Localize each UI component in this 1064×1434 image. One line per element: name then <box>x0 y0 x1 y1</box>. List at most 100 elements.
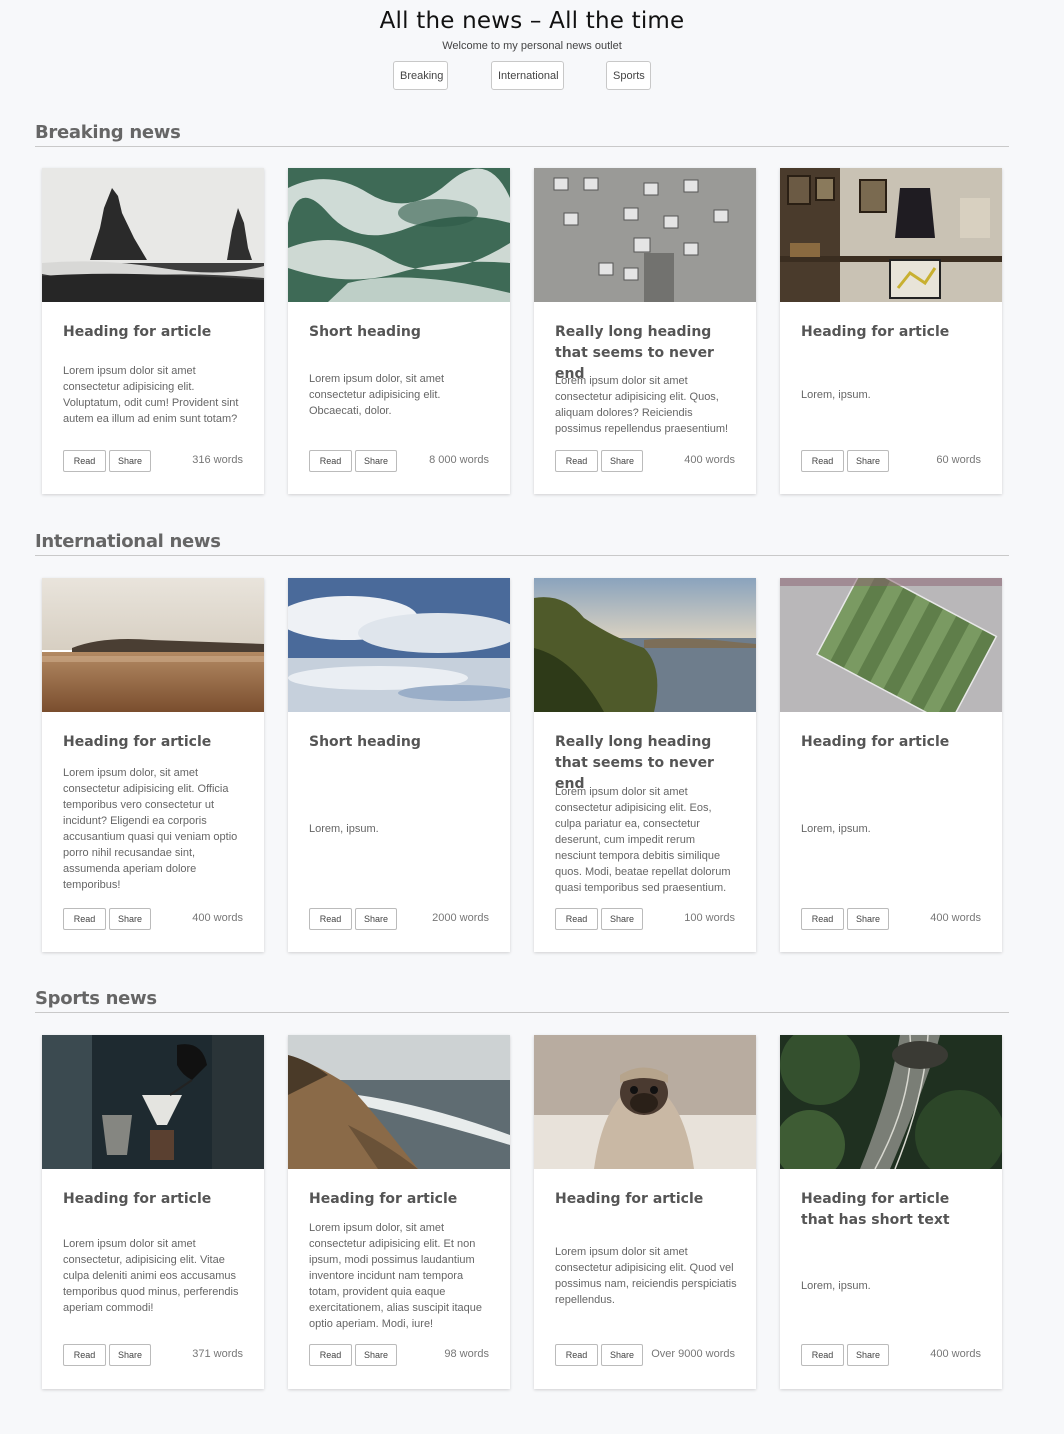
read-button[interactable]: Read <box>555 908 598 930</box>
pug-blanket-photo <box>534 1035 756 1169</box>
article-heading: Short heading <box>309 324 421 340</box>
article-text: Lorem ipsum dolor sit amet consectetur a… <box>63 365 239 425</box>
article-text: Lorem, ipsum. <box>309 823 379 835</box>
read-button[interactable]: Read <box>555 1344 598 1366</box>
article-text: Lorem ipsum dolor sit amet consectetur, … <box>63 1238 239 1314</box>
card-actions: Read Share 400 words <box>63 908 243 930</box>
read-button[interactable]: Read <box>63 1344 106 1366</box>
word-count: 316 words <box>192 454 243 466</box>
article-card: Really long heading that seems to never … <box>534 578 756 952</box>
word-count: 100 words <box>684 912 735 924</box>
cliff-beach-photo <box>288 1035 510 1169</box>
read-button[interactable]: Read <box>63 450 106 472</box>
article-heading: Heading for article <box>63 1191 212 1207</box>
word-count: Over 9000 words <box>651 1348 735 1360</box>
breaking-news-section: Breaking news Heading for article Lorem … <box>35 122 1009 494</box>
share-button[interactable]: Share <box>847 1344 889 1366</box>
read-button[interactable]: Read <box>309 908 352 930</box>
article-card: Heading for article Lorem ipsum dolor, s… <box>288 1035 510 1389</box>
share-button[interactable]: Share <box>109 908 151 930</box>
read-button[interactable]: Read <box>801 908 844 930</box>
top-nav: Breaking International Sports <box>0 61 1064 91</box>
share-button[interactable]: Share <box>601 1344 643 1366</box>
football-stadium-photo <box>780 578 1002 712</box>
share-button[interactable]: Share <box>355 1344 397 1366</box>
read-button[interactable]: Read <box>801 450 844 472</box>
nav-sports-button[interactable]: Sports <box>606 61 651 90</box>
share-button[interactable]: Share <box>847 908 889 930</box>
share-button[interactable]: Share <box>847 450 889 472</box>
card-actions: Read Share 98 words <box>309 1344 489 1366</box>
article-card: Short heading Lorem, ipsum. Read Share 2… <box>288 578 510 952</box>
share-button[interactable]: Share <box>109 1344 151 1366</box>
article-heading: Heading for article <box>309 1191 458 1207</box>
share-button[interactable]: Share <box>355 450 397 472</box>
card-actions: Read Share 400 words <box>801 908 981 930</box>
site-header: All the news – All the time Welcome to m… <box>0 0 1064 91</box>
forest-tunnel-photo <box>780 1035 1002 1169</box>
sea-stacks-photo <box>42 168 264 302</box>
read-button[interactable]: Read <box>309 450 352 472</box>
article-heading: Short heading <box>309 734 421 750</box>
card-actions: Read Share 316 words <box>63 450 243 472</box>
word-count: 2000 words <box>432 912 489 924</box>
word-count: 400 words <box>192 912 243 924</box>
read-button[interactable]: Read <box>309 1344 352 1366</box>
share-button[interactable]: Share <box>601 450 643 472</box>
cloud-reflection-photo <box>288 578 510 712</box>
word-count: 400 words <box>930 1348 981 1360</box>
article-text: Lorem ipsum dolor, sit amet consectetur … <box>309 1222 483 1330</box>
coastline-photo <box>534 578 756 712</box>
article-card: Short heading Lorem ipsum dolor, sit ame… <box>288 168 510 494</box>
word-count: 8 000 words <box>429 454 489 466</box>
card-actions: Read Share 60 words <box>801 450 981 472</box>
card-actions: Read Share 100 words <box>555 908 735 930</box>
site-title: All the news – All the time <box>379 8 685 34</box>
card-actions: Read Share 371 words <box>63 1344 243 1366</box>
old-building-photo <box>534 168 756 302</box>
beach-photo <box>42 578 264 712</box>
article-heading: Heading for article that has short text <box>801 1191 950 1228</box>
section-heading: Sports news <box>35 988 1009 1013</box>
article-text: Lorem ipsum dolor, sit amet consectetur … <box>63 767 238 891</box>
sports-news-section: Sports news Heading for article Lorem ip… <box>35 988 1009 1389</box>
article-text: Lorem, ipsum. <box>801 823 871 835</box>
word-count: 98 words <box>444 1348 489 1360</box>
read-button[interactable]: Read <box>63 908 106 930</box>
article-text: Lorem ipsum dolor sit amet consectetur a… <box>555 786 731 894</box>
card-actions: Read Share 400 words <box>801 1344 981 1366</box>
article-heading: Heading for article <box>63 324 212 340</box>
article-text: Lorem ipsum dolor sit amet consectetur a… <box>555 1246 737 1306</box>
article-card: Heading for article Lorem ipsum dolor si… <box>534 1035 756 1389</box>
card-actions: Read Share 400 words <box>555 450 735 472</box>
card-actions: Read Share 8 000 words <box>309 450 489 472</box>
read-button[interactable]: Read <box>555 450 598 472</box>
share-button[interactable]: Share <box>601 908 643 930</box>
article-card: Heading for article Lorem ipsum dolor si… <box>42 168 264 494</box>
nav-breaking-button[interactable]: Breaking <box>393 61 448 90</box>
word-count: 400 words <box>930 912 981 924</box>
article-card: Heading for article that has short text … <box>780 1035 1002 1389</box>
site-subtitle: Welcome to my personal news outlet <box>442 40 622 52</box>
nav-international-button[interactable]: International <box>491 61 564 90</box>
word-count: 400 words <box>684 454 735 466</box>
card-actions: Read Share 2000 words <box>309 908 489 930</box>
section-heading: Breaking news <box>35 122 1009 147</box>
word-count: 371 words <box>192 1348 243 1360</box>
article-heading: Heading for article <box>801 324 950 340</box>
article-text: Lorem, ipsum. <box>801 1280 871 1292</box>
article-card: Heading for article Lorem, ipsum. Read S… <box>780 168 1002 494</box>
article-text: Lorem, ipsum. <box>801 389 871 401</box>
article-heading: Heading for article <box>63 734 212 750</box>
article-card: Heading for article Lorem ipsum dolor si… <box>42 1035 264 1389</box>
read-button[interactable]: Read <box>801 1344 844 1366</box>
share-button[interactable]: Share <box>109 450 151 472</box>
shop-interior-photo <box>780 168 1002 302</box>
article-heading: Heading for article <box>555 1191 704 1207</box>
article-card: Heading for article Lorem ipsum dolor, s… <box>42 578 264 952</box>
article-card: Really long heading that seems to never … <box>534 168 756 494</box>
article-heading: Heading for article <box>801 734 950 750</box>
share-button[interactable]: Share <box>355 908 397 930</box>
article-text: Lorem ipsum dolor, sit amet consectetur … <box>309 373 445 417</box>
article-card: Heading for article Lorem, ipsum. Read S… <box>780 578 1002 952</box>
